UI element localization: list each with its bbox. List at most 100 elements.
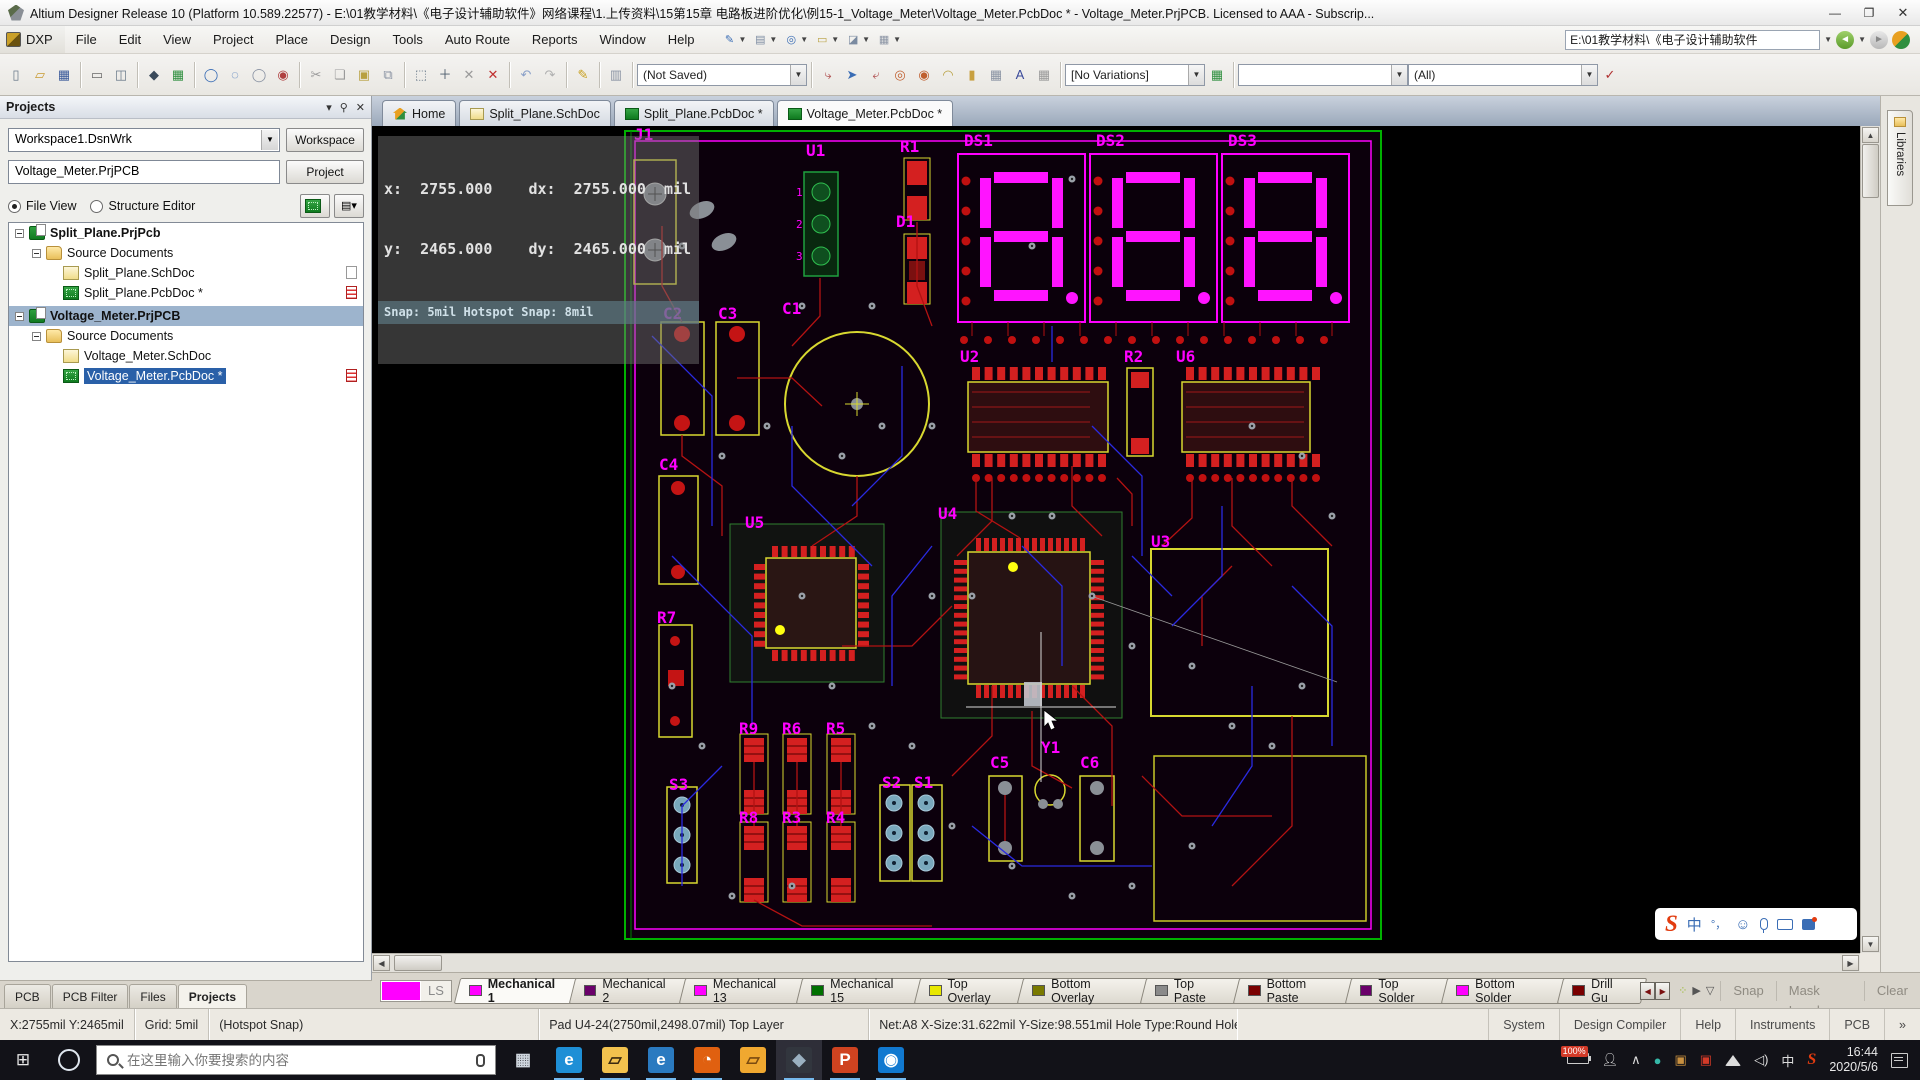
apply-filter-icon[interactable]: ✓ [1599, 64, 1621, 86]
pcb-3d-icon[interactable]: ◆ [143, 64, 165, 86]
pad-donut-icon[interactable]: ◎ [889, 64, 911, 86]
mask-level-button[interactable]: Mask Level [1776, 981, 1864, 1001]
layer-sets-icon[interactable]: ▤▼ [750, 31, 779, 49]
move-icon[interactable]: ＋ [434, 64, 456, 86]
panel-button-design-compiler[interactable]: Design Compiler [1559, 1009, 1680, 1040]
horizontal-scrollbar[interactable]: ◀ ▶ [372, 953, 1860, 972]
layer-tab-bottom-overlay[interactable]: Bottom Overlay [1020, 978, 1148, 1004]
minimize-button[interactable]: — [1818, 1, 1852, 25]
edge-button[interactable]: e [546, 1040, 592, 1080]
filter-combo-dropdown-icon[interactable]: ▼ [1391, 65, 1407, 85]
emoji-icon[interactable]: ☺ [1735, 916, 1750, 933]
dropdown-icon[interactable]: ▼ [893, 35, 901, 44]
favorites-icon[interactable] [1892, 31, 1910, 49]
ime-language-icon[interactable]: 中 [1687, 914, 1702, 935]
people-icon[interactable]: 👤︎ [1602, 1052, 1619, 1068]
saved-state-combo-dropdown-icon[interactable]: ▼ [790, 65, 806, 85]
board-insight-icon[interactable] [300, 194, 330, 218]
pad-icon[interactable]: ◉ [913, 64, 935, 86]
variations-combo[interactable]: [No Variations]▼ [1065, 64, 1205, 86]
find-similar-icon[interactable]: ◎▼ [781, 31, 810, 49]
scroll-down-icon[interactable]: ▼ [1862, 936, 1879, 952]
filter-combo[interactable]: ▼ [1238, 64, 1408, 86]
arc-icon[interactable]: ◠ [937, 64, 959, 86]
altium-designer-button[interactable]: ◆ [776, 1040, 822, 1080]
play-icon[interactable]: ▶ [1692, 984, 1700, 997]
document-browser-icon[interactable]: ▦ [167, 64, 189, 86]
back-icon[interactable]: ◄ [1836, 31, 1854, 49]
project-button[interactable]: Project [286, 160, 364, 184]
vertical-scrollbar[interactable]: ▲ ▼ [1860, 126, 1880, 953]
firefox-button[interactable]: ◔ [684, 1040, 730, 1080]
workspace-button[interactable]: Workspace [286, 128, 364, 152]
project-field[interactable]: Voltage_Meter.PrjPCB [8, 160, 280, 184]
show-hidden-icons[interactable]: ∧ [1631, 1052, 1641, 1068]
zoom-selected-icon[interactable]: ◉ [272, 64, 294, 86]
layer-tab-bottom-solder[interactable]: Bottom Solder [1444, 978, 1565, 1004]
ime-indicator[interactable]: 中 [1781, 1051, 1794, 1070]
tree-item-voltage-meter-pcbdoc-[interactable]: Voltage_Meter.PcbDoc * [9, 366, 363, 386]
search-mic-icon[interactable] [476, 1054, 485, 1067]
security-tray-icon[interactable]: ▣ [1674, 1052, 1686, 1068]
dropdown-icon[interactable]: ▼ [769, 35, 777, 44]
panel-button--[interactable]: » [1884, 1009, 1920, 1040]
undo-icon[interactable]: ↶ [515, 64, 537, 86]
cortana-button[interactable] [46, 1040, 92, 1080]
panel-menu-icon[interactable]: ▾ [326, 101, 332, 114]
panel-tab-pcb[interactable]: PCB [4, 984, 51, 1008]
voice-input-icon[interactable] [1760, 918, 1768, 930]
route-icon[interactable]: ⤶ [865, 64, 887, 86]
layer-set-selector[interactable]: LS [380, 980, 452, 1002]
dropdown-icon[interactable]: ▼ [800, 35, 808, 44]
cut-icon[interactable]: ✂ [305, 64, 327, 86]
variations-combo-dropdown-icon[interactable]: ▼ [1188, 65, 1204, 85]
expand-icon[interactable] [32, 332, 41, 341]
action-center-icon[interactable] [1891, 1053, 1908, 1068]
plane-icon[interactable]: ◪▼ [843, 31, 872, 49]
doc-tab-split-plane-schdoc[interactable]: Split_Plane.SchDoc [459, 100, 610, 126]
documents-folder-button[interactable]: ▱ [730, 1040, 776, 1080]
pin-icon[interactable]: ⚲ [340, 101, 348, 114]
copy-icon[interactable]: ❏ [329, 64, 351, 86]
zoom-pointer-icon[interactable]: ◯ [248, 64, 270, 86]
expand-icon[interactable] [32, 249, 41, 258]
scroll-up-icon[interactable]: ▲ [1862, 127, 1879, 143]
layer-scroll-left-icon[interactable]: ◀ [1640, 982, 1655, 1000]
pcb-editor-canvas[interactable]: 123J1U1R1D1DS1DS2DS3C2C3C1U2R2U6C4U5U4U3… [372, 126, 1860, 953]
libraries-panel-tab[interactable]: Libraries [1887, 110, 1913, 206]
structure-editor-radio[interactable]: Structure Editor [90, 199, 195, 213]
filter-funnel-icon[interactable]: ▽ [1706, 984, 1714, 997]
snapshot-icon[interactable]: ▥ [605, 64, 627, 86]
path-combo[interactable]: E:\01教学材料\《电子设计辅助软件 [1565, 30, 1820, 50]
tree-item-split-plane-prjpcb[interactable]: Split_Plane.PrjPcb [9, 223, 363, 243]
file-explorer-button[interactable]: ▱ [592, 1040, 638, 1080]
variant-icon[interactable]: ▦ [1206, 64, 1228, 86]
panel-close-icon[interactable]: ✕ [356, 101, 365, 114]
file-view-radio[interactable]: File View [8, 199, 76, 213]
zoom-area-icon[interactable]: ◌ [224, 64, 246, 86]
layer-tab-top-overlay[interactable]: Top Overlay [917, 978, 1026, 1004]
scope-combo[interactable]: (All)▼ [1408, 64, 1598, 86]
route-escape-icon[interactable]: ⤷ [817, 64, 839, 86]
menu-item-design[interactable]: Design [319, 29, 381, 51]
menu-item-file[interactable]: File [65, 29, 108, 51]
expand-icon[interactable] [15, 229, 24, 238]
layer-tab-mechanical-13[interactable]: Mechanical 13 [682, 978, 804, 1004]
layer-tab-mechanical-15[interactable]: Mechanical 15 [799, 978, 921, 1004]
panel-button-instruments[interactable]: Instruments [1735, 1009, 1829, 1040]
layer-tab-top-solder[interactable]: Top Solder [1348, 978, 1450, 1004]
powerpoint-button[interactable]: P [822, 1040, 868, 1080]
search-input[interactable] [127, 1053, 468, 1068]
dropdown-icon[interactable]: ▼ [738, 35, 746, 44]
menu-item-auto-route[interactable]: Auto Route [434, 29, 521, 51]
zoom-in-icon[interactable]: ◯ [200, 64, 222, 86]
forward-icon[interactable]: ► [1870, 31, 1888, 49]
select-region-icon[interactable]: ⬚ [410, 64, 432, 86]
sogou-icon[interactable]: S [1665, 910, 1678, 938]
maximize-button[interactable]: ❐ [1852, 1, 1886, 25]
room-icon[interactable]: ▦ [1033, 64, 1055, 86]
menu-item-edit[interactable]: Edit [108, 29, 152, 51]
paste-icon[interactable]: ▣ [353, 64, 375, 86]
tree-item-split-plane-pcbdoc-[interactable]: Split_Plane.PcbDoc * [9, 283, 363, 303]
menu-item-tools[interactable]: Tools [382, 29, 434, 51]
